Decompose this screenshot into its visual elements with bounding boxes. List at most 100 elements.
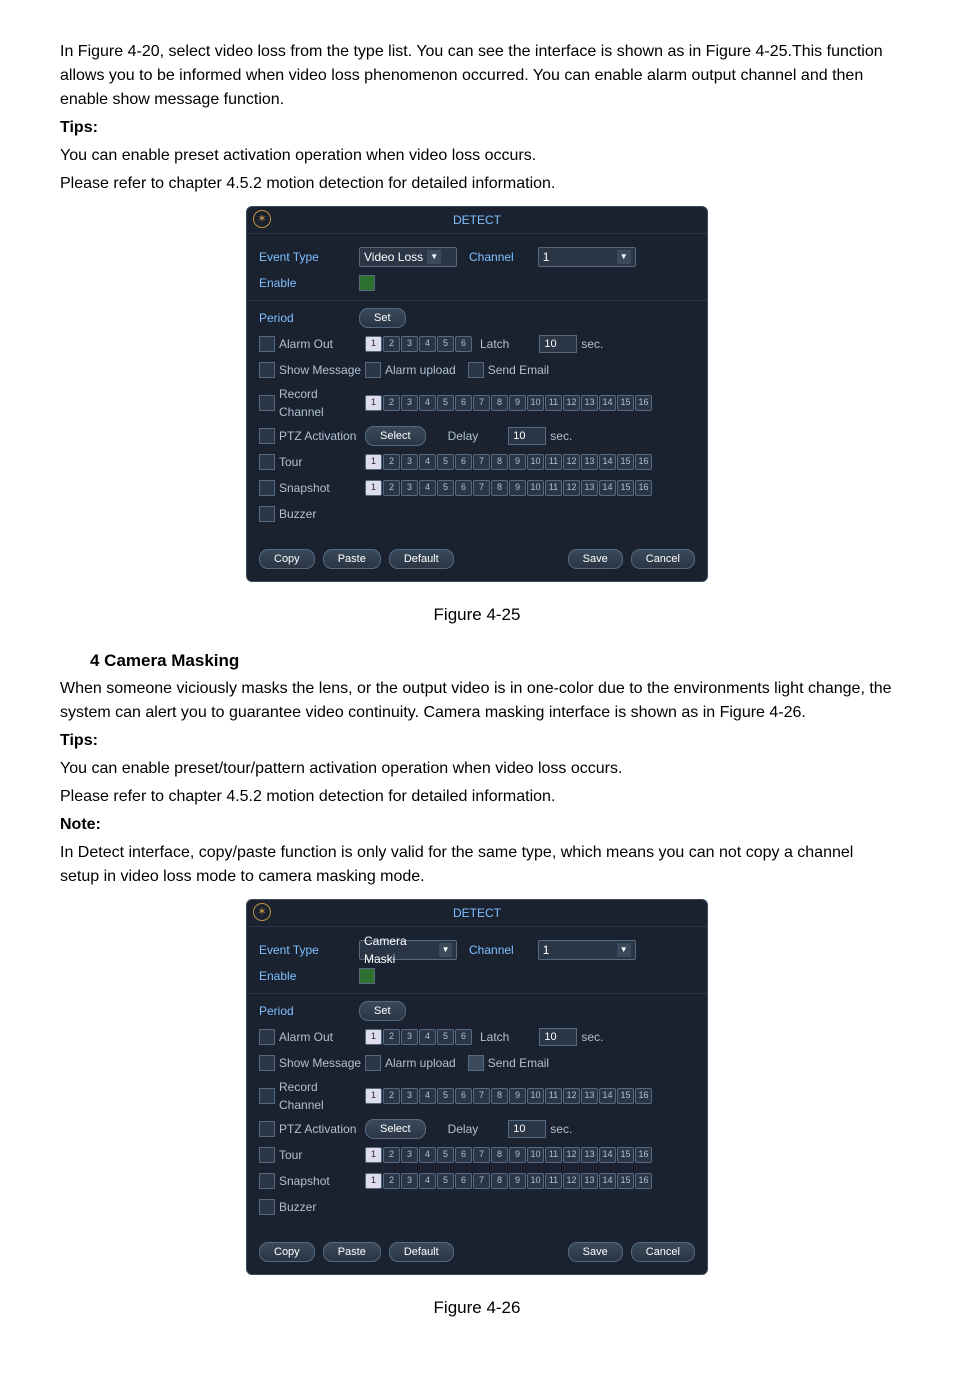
send-email-checkbox[interactable] — [468, 362, 484, 378]
tour-checkbox[interactable] — [259, 1147, 275, 1163]
snapshot-channels[interactable]: 12345678910111213141516 — [365, 1173, 652, 1189]
send-email-label: Send Email — [488, 1054, 549, 1072]
sec-label: sec. — [581, 335, 603, 353]
latch-label: Latch — [480, 335, 509, 353]
enable-checkbox[interactable] — [359, 275, 375, 291]
panel-title-bar: ✶ DETECT — [247, 900, 707, 927]
event-type-label: Event Type — [259, 248, 359, 266]
dropdown-icon: ▼ — [427, 250, 441, 264]
set-button[interactable]: Set — [359, 1001, 406, 1021]
cancel-button[interactable]: Cancel — [631, 1242, 695, 1262]
show-message-checkbox[interactable] — [259, 362, 275, 378]
buzzer-label: Buzzer — [279, 505, 316, 523]
period-label: Period — [259, 1002, 359, 1020]
latch-label: Latch — [480, 1028, 509, 1046]
event-type-value: Video Loss — [364, 248, 423, 266]
period-label: Period — [259, 309, 359, 327]
select-button[interactable]: Select — [365, 426, 426, 446]
tour-label: Tour — [279, 453, 365, 471]
record-channels[interactable]: 12345678910111213141516 — [365, 1088, 652, 1104]
channel-select[interactable]: 1 ▼ — [538, 247, 636, 267]
cancel-button[interactable]: Cancel — [631, 549, 695, 569]
panel-icon: ✶ — [253, 210, 271, 228]
snapshot-channels[interactable]: 12345678910111213141516 — [365, 480, 652, 496]
snapshot-label: Snapshot — [279, 1172, 365, 1190]
tour-label: Tour — [279, 1146, 365, 1164]
event-type-label: Event Type — [259, 941, 359, 959]
panel-title: DETECT — [453, 906, 501, 920]
ptz-checkbox[interactable] — [259, 1121, 275, 1137]
latch-input[interactable]: 10 — [539, 1028, 577, 1046]
alarm-out-channels[interactable]: 123456 — [365, 1029, 472, 1045]
ptz-label: PTZ Activation — [279, 1120, 365, 1138]
tips1-line1: You can enable preset activation operati… — [60, 144, 894, 168]
tour-channels[interactable]: 12345678910111213141516 — [365, 454, 652, 470]
alarm-out-label: Alarm Out — [279, 1028, 365, 1046]
enable-checkbox[interactable] — [359, 968, 375, 984]
figure-26-caption: Figure 4-26 — [60, 1295, 894, 1321]
detect-panel-camera-masking: ✶ DETECT Event Type Camera Maski ▼ Chann… — [246, 899, 708, 1275]
channel-label: Channel — [469, 248, 514, 266]
default-button[interactable]: Default — [389, 549, 454, 569]
buzzer-checkbox[interactable] — [259, 1199, 275, 1215]
delay-label: Delay — [448, 1120, 479, 1138]
save-button[interactable]: Save — [568, 549, 623, 569]
record-channel-checkbox[interactable] — [259, 1088, 275, 1104]
set-button[interactable]: Set — [359, 308, 406, 328]
ptz-checkbox[interactable] — [259, 428, 275, 444]
channel-label: Channel — [469, 941, 514, 959]
channel-select[interactable]: 1 ▼ — [538, 940, 636, 960]
copy-button[interactable]: Copy — [259, 1242, 315, 1262]
record-channels[interactable]: 12345678910111213141516 — [365, 395, 652, 411]
alarm-out-label: Alarm Out — [279, 335, 365, 353]
ptz-label: PTZ Activation — [279, 427, 365, 445]
event-type-select[interactable]: Camera Maski ▼ — [359, 940, 457, 960]
alarm-out-channels[interactable]: 123456 — [365, 336, 472, 352]
enable-label: Enable — [259, 274, 359, 292]
sec-label-2: sec. — [550, 427, 572, 445]
enable-label: Enable — [259, 967, 359, 985]
snapshot-checkbox[interactable] — [259, 1173, 275, 1189]
buzzer-checkbox[interactable] — [259, 506, 275, 522]
send-email-label: Send Email — [488, 361, 549, 379]
select-button[interactable]: Select — [365, 1119, 426, 1139]
event-type-value: Camera Maski — [364, 932, 435, 968]
save-button[interactable]: Save — [568, 1242, 623, 1262]
tour-checkbox[interactable] — [259, 454, 275, 470]
alarm-upload-checkbox[interactable] — [365, 1055, 381, 1071]
alarm-out-checkbox[interactable] — [259, 1029, 275, 1045]
channel-value: 1 — [543, 941, 550, 959]
snapshot-checkbox[interactable] — [259, 480, 275, 496]
camera-masking-heading: 4 Camera Masking — [90, 648, 894, 674]
alarm-upload-label: Alarm upload — [385, 1054, 456, 1072]
camera-masking-paragraph: When someone viciously masks the lens, o… — [60, 677, 894, 725]
sec-label-2: sec. — [550, 1120, 572, 1138]
alarm-upload-checkbox[interactable] — [365, 362, 381, 378]
show-message-label: Show Message — [279, 361, 365, 379]
show-message-label: Show Message — [279, 1054, 365, 1072]
send-email-checkbox[interactable] — [468, 1055, 484, 1071]
paste-button[interactable]: Paste — [323, 549, 381, 569]
intro-paragraph: In Figure 4-20, select video loss from t… — [60, 40, 894, 112]
delay-input[interactable]: 10 — [508, 427, 546, 445]
record-channel-label: Record Channel — [279, 385, 365, 421]
tips2-line1: You can enable preset/tour/pattern activ… — [60, 757, 894, 781]
note-heading: Note: — [60, 813, 894, 837]
latch-input[interactable]: 10 — [539, 335, 577, 353]
copy-button[interactable]: Copy — [259, 549, 315, 569]
alarm-out-checkbox[interactable] — [259, 336, 275, 352]
event-type-select[interactable]: Video Loss ▼ — [359, 247, 457, 267]
tour-channels[interactable]: 12345678910111213141516 — [365, 1147, 652, 1163]
buzzer-label: Buzzer — [279, 1198, 316, 1216]
panel-title: DETECT — [453, 213, 501, 227]
record-channel-checkbox[interactable] — [259, 395, 275, 411]
channel-value: 1 — [543, 248, 550, 266]
paste-button[interactable]: Paste — [323, 1242, 381, 1262]
show-message-checkbox[interactable] — [259, 1055, 275, 1071]
tips-heading-2: Tips: — [60, 729, 894, 753]
default-button[interactable]: Default — [389, 1242, 454, 1262]
figure-25-caption: Figure 4-25 — [60, 602, 894, 628]
record-channel-label: Record Channel — [279, 1078, 365, 1114]
delay-input[interactable]: 10 — [508, 1120, 546, 1138]
snapshot-label: Snapshot — [279, 479, 365, 497]
